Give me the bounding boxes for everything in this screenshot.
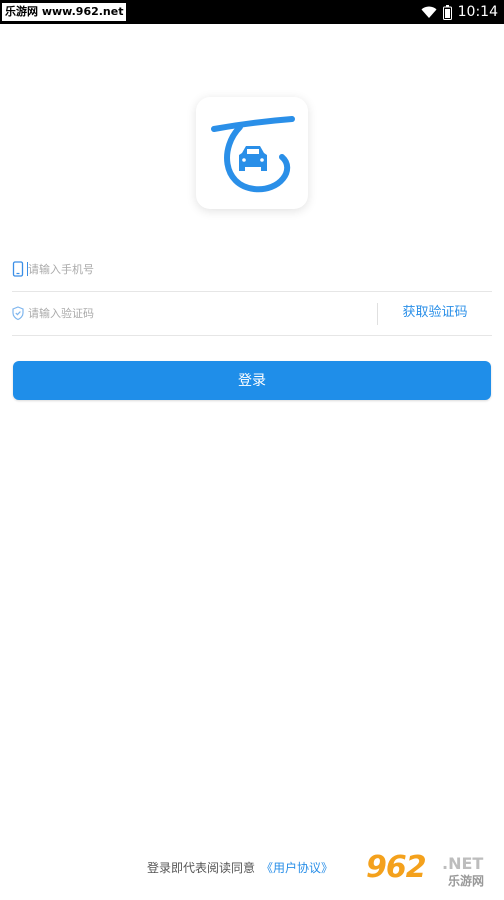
watermark-text: 乐游网 www.962.net	[2, 3, 127, 21]
verification-code-input[interactable]	[28, 291, 358, 335]
clock-time: 10:14	[457, 4, 498, 20]
car-logo-icon	[211, 116, 295, 193]
app-logo	[196, 97, 308, 209]
watermark-net: .NET	[442, 854, 484, 873]
watermark-sitename: 乐游网	[448, 874, 485, 888]
status-bar: 乐游网 www.962.net 10:14	[0, 0, 504, 24]
phone-field	[12, 247, 492, 292]
get-code-button[interactable]: 获取验证码	[378, 291, 492, 335]
phone-input[interactable]	[28, 247, 358, 291]
login-button[interactable]: 登录	[13, 361, 491, 400]
agreement-text: 登录即代表阅读同意	[146, 861, 255, 875]
verification-code-field: 获取验证码	[12, 291, 492, 336]
shield-icon	[12, 306, 24, 321]
battery-icon	[442, 4, 452, 20]
phone-icon	[12, 261, 24, 277]
wifi-icon	[421, 6, 437, 18]
watermark-number: 962	[366, 850, 427, 885]
site-watermark: 962 .NET 乐游网	[366, 850, 500, 896]
user-agreement-link[interactable]: 《用户协议》	[261, 861, 333, 875]
status-icons: 10:14	[421, 0, 498, 24]
